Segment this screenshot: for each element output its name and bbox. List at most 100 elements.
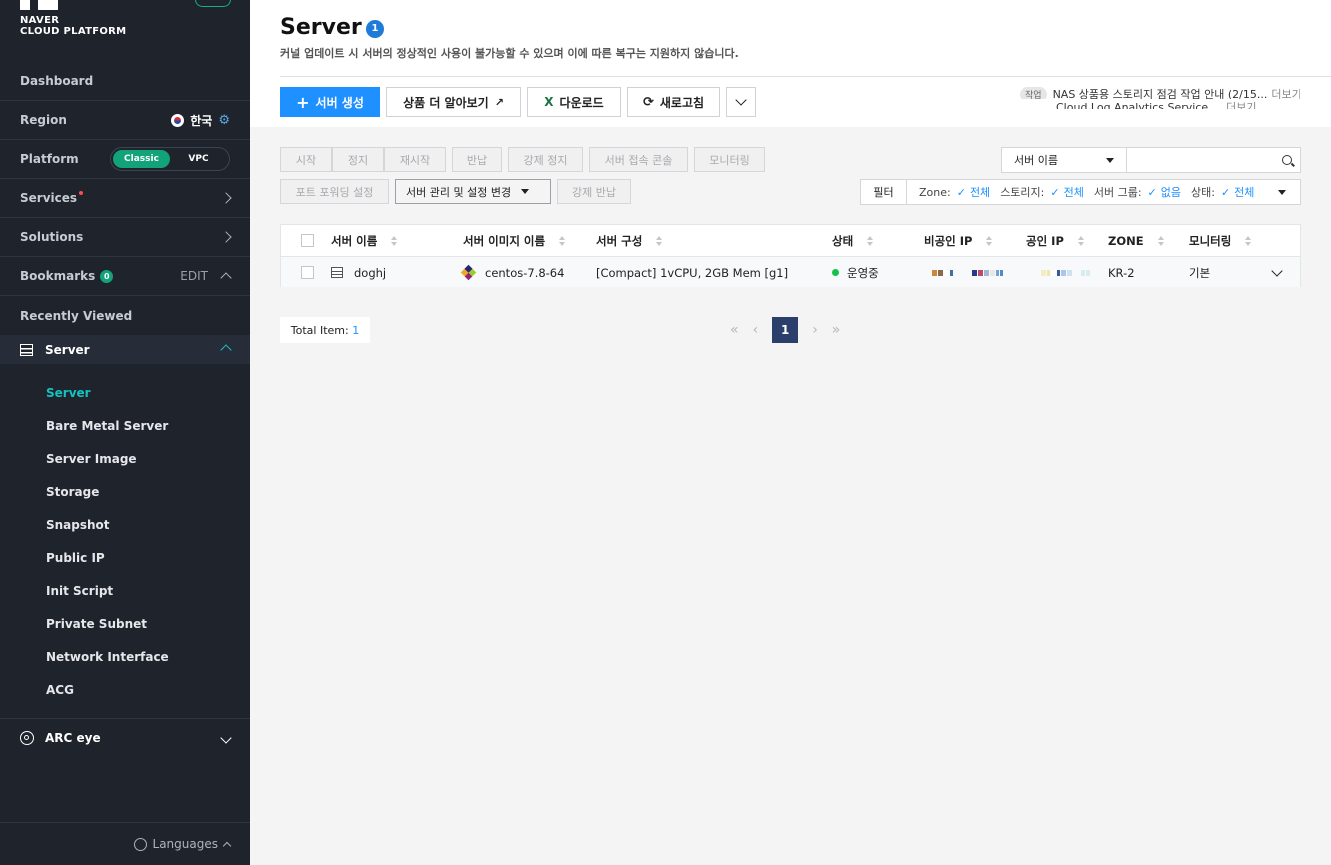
- sidebar-item-server[interactable]: Server: [46, 386, 91, 400]
- learn-more-button[interactable]: 상품 더 알아보기 ↗: [386, 87, 521, 117]
- nav-solutions[interactable]: Solutions: [0, 218, 250, 257]
- platform-option-vpc[interactable]: VPC: [170, 150, 227, 168]
- return-button[interactable]: 반납: [452, 147, 502, 172]
- next-page-icon[interactable]: ›: [812, 322, 818, 338]
- sidebar-item-storage[interactable]: Storage: [46, 485, 99, 499]
- nav-server-group[interactable]: Server: [0, 335, 250, 364]
- page-current[interactable]: 1: [772, 317, 799, 343]
- nav-services[interactable]: Services: [0, 179, 250, 218]
- sidebar-item-snapshot[interactable]: Snapshot: [46, 518, 110, 532]
- chevron-up-icon[interactable]: [220, 272, 232, 284]
- col-public-ip[interactable]: 공인 IP: [1026, 225, 1084, 256]
- col-status[interactable]: 상태: [832, 225, 874, 256]
- caret-down-icon: [521, 189, 530, 194]
- total-label: Total Item:: [290, 323, 349, 337]
- last-page-icon[interactable]: »: [832, 322, 841, 338]
- col-zone[interactable]: ZONE: [1108, 225, 1164, 256]
- region-value: 한국: [190, 113, 213, 128]
- filter-status-value[interactable]: 전체: [1234, 184, 1254, 200]
- nav-region[interactable]: Region 한국 ⚙: [0, 101, 250, 140]
- more-options-button[interactable]: [726, 87, 756, 117]
- filter-button[interactable]: 필터: [861, 180, 907, 204]
- platform-label: Platform: [20, 152, 79, 166]
- sort-icon: [867, 235, 874, 246]
- sidebar-item-bare-metal-server[interactable]: Bare Metal Server: [46, 419, 168, 433]
- platform-toggle[interactable]: Classic VPC: [110, 147, 230, 171]
- force-stop-button[interactable]: 강제 정지: [508, 147, 583, 172]
- select-all-checkbox[interactable]: [301, 225, 314, 256]
- search-field-select[interactable]: 서버 이름: [1001, 147, 1127, 173]
- notice-more-link[interactable]: 더보기: [1226, 101, 1256, 109]
- col-server-name[interactable]: 서버 이름: [331, 225, 398, 256]
- monitoring-value: 기본: [1189, 265, 1211, 280]
- nav-bookmarks[interactable]: Bookmarks 0 EDIT: [0, 257, 250, 296]
- start-button[interactable]: 시작: [280, 147, 332, 172]
- port-forwarding-button[interactable]: 포트 포워딩 설정: [280, 179, 389, 204]
- nav-bookmarks-label: Bookmarks: [20, 269, 96, 283]
- sidebar-item-init-script[interactable]: Init Script: [46, 584, 113, 598]
- platform-option-classic[interactable]: Classic: [113, 150, 170, 168]
- chevron-up-icon[interactable]: [220, 344, 232, 356]
- check-icon: ✓: [1147, 185, 1157, 199]
- server-group-label: Server: [45, 342, 90, 357]
- col-monitoring[interactable]: 모니터링: [1189, 225, 1252, 256]
- divider: [0, 718, 250, 719]
- page-title: Server: [280, 15, 362, 40]
- prev-page-icon[interactable]: ‹: [753, 322, 759, 338]
- filter-storage-value[interactable]: 전체: [1064, 184, 1084, 200]
- create-server-label: 서버 생성: [315, 95, 364, 110]
- notice-item[interactable]: 작업 NAS 상품용 스토리지 점검 작업 안내 (2/15... 더보기: [1020, 86, 1300, 99]
- notice-item[interactable]: Cloud Log Analytics Service ... 더보기: [1020, 99, 1300, 109]
- console-button[interactable]: 서버 접속 콘솔: [589, 147, 688, 172]
- search-field-value: 서버 이름: [1014, 154, 1058, 167]
- col-header-label: 모니터링: [1189, 233, 1232, 248]
- filter-zone-value[interactable]: 전체: [970, 184, 990, 200]
- download-button[interactable]: X 다운로드: [527, 87, 621, 117]
- notice-more-link[interactable]: 더보기: [1271, 88, 1300, 99]
- chevron-down-icon[interactable]: [220, 732, 232, 744]
- force-return-button[interactable]: 강제 반납: [557, 179, 631, 204]
- table-row[interactable]: doghj centos-7.8-64 [Compact] 1vCPU, 2GB…: [281, 256, 1300, 287]
- notice-ticker[interactable]: 작업 NAS 상품용 스토리지 점검 작업 안내 (2/15... 더보기 Clou…: [1020, 86, 1300, 110]
- expand-row-button[interactable]: [1271, 257, 1283, 288]
- stop-button[interactable]: 정지: [332, 147, 384, 172]
- private-ip-redacted: [932, 257, 1004, 288]
- search-icon[interactable]: [1282, 155, 1295, 167]
- nav-dashboard[interactable]: Dashboard: [0, 62, 250, 101]
- brand-line1: NAVER: [20, 15, 60, 26]
- row-checkbox[interactable]: [301, 257, 314, 288]
- brand-logo[interactable]: NAVER CLOUD PLATFORM: [20, 0, 231, 40]
- notice-tag: 작업: [1020, 87, 1047, 99]
- check-icon: ✓: [1220, 185, 1231, 199]
- restart-button[interactable]: 재시작: [384, 147, 446, 172]
- server-manage-dropdown[interactable]: 서버 관리 및 설정 변경: [395, 179, 551, 204]
- nav-arc-eye[interactable]: ARC eye: [0, 723, 250, 753]
- server-icon: [20, 343, 33, 356]
- search-input[interactable]: [1126, 147, 1301, 173]
- refresh-button[interactable]: ⟳ 새로고침: [627, 87, 720, 117]
- sidebar-item-network-interface[interactable]: Network Interface: [46, 650, 169, 664]
- col-header-label: 서버 이름: [331, 233, 378, 248]
- sidebar-item-public-ip[interactable]: Public IP: [46, 551, 105, 565]
- server-name-cell[interactable]: doghj: [331, 257, 386, 288]
- check-icon: ✓: [956, 185, 966, 199]
- col-server-spec[interactable]: 서버 구성: [596, 225, 663, 256]
- sidebar-item-acg[interactable]: ACG: [46, 683, 74, 697]
- caret-down-icon[interactable]: [1278, 189, 1286, 195]
- server-name: doghj: [354, 265, 387, 280]
- filter-group-value[interactable]: 없음: [1161, 184, 1181, 200]
- first-page-icon[interactable]: «: [730, 322, 739, 338]
- sidebar-item-private-subnet[interactable]: Private Subnet: [46, 617, 147, 631]
- col-private-ip[interactable]: 비공인 IP: [924, 225, 993, 256]
- bookmarks-count: 0: [100, 269, 114, 283]
- col-image-name[interactable]: 서버 이미지 이름: [463, 225, 566, 256]
- create-server-button[interactable]: + 서버 생성: [280, 87, 380, 117]
- languages-button[interactable]: Languages: [0, 822, 250, 865]
- sidebar-item-server-image[interactable]: Server Image: [46, 452, 137, 466]
- monitoring-button[interactable]: 모니터링: [694, 147, 765, 172]
- notice-text: Cloud Log Analytics Service ...: [1056, 101, 1223, 109]
- region-gear-icon[interactable]: ⚙: [218, 113, 230, 128]
- bookmarks-edit-button[interactable]: EDIT: [180, 269, 208, 283]
- nav-recently-viewed[interactable]: Recently Viewed: [0, 296, 250, 335]
- server-manage-label: 서버 관리 및 설정 변경: [406, 185, 512, 199]
